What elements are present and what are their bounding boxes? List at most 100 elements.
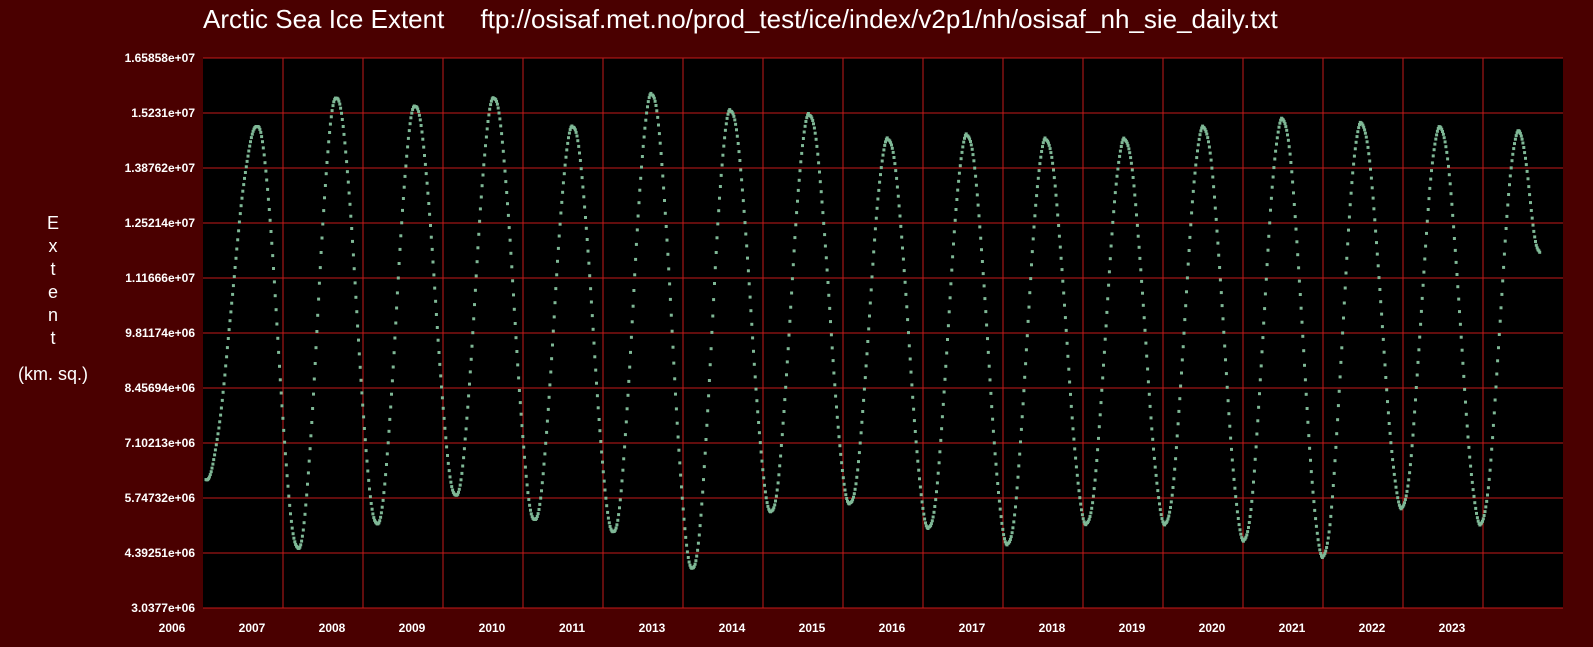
data-point	[1151, 437, 1155, 441]
data-point	[1026, 319, 1030, 323]
data-point	[226, 337, 230, 340]
data-point	[812, 122, 815, 126]
data-point	[1170, 493, 1174, 497]
data-point	[1158, 508, 1162, 512]
data-point	[733, 118, 737, 122]
data-point	[1135, 213, 1138, 217]
data-point	[215, 437, 219, 441]
data-point	[556, 259, 559, 263]
data-point	[587, 261, 591, 265]
data-point	[1103, 337, 1107, 341]
x-tick-label: 2016	[879, 621, 906, 635]
data-point	[1074, 465, 1078, 469]
data-point	[1137, 245, 1141, 249]
data-point	[696, 548, 700, 552]
data-point	[1080, 513, 1084, 517]
data-point	[353, 281, 357, 285]
x-tick-label: 2017	[959, 621, 986, 635]
data-point	[305, 493, 309, 497]
data-point	[496, 106, 500, 110]
data-point	[713, 266, 717, 270]
data-point	[562, 172, 566, 176]
data-point	[1457, 297, 1461, 301]
data-point	[228, 319, 232, 323]
data-point	[461, 464, 465, 468]
data-point	[1413, 410, 1417, 414]
data-point	[1386, 411, 1390, 415]
data-point	[1259, 364, 1263, 368]
data-point	[884, 140, 887, 144]
data-point	[844, 493, 848, 497]
data-point	[1419, 309, 1423, 313]
data-point	[585, 238, 589, 241]
data-point	[387, 429, 391, 433]
data-point	[465, 416, 469, 420]
data-point	[819, 190, 823, 194]
data-point	[1173, 467, 1177, 471]
data-point	[258, 127, 262, 131]
data-point	[500, 132, 504, 136]
data-point	[1324, 549, 1328, 553]
data-point	[840, 469, 844, 472]
data-point	[1529, 201, 1532, 205]
data-point	[707, 394, 711, 398]
data-point	[211, 462, 215, 466]
data-point	[1284, 125, 1288, 129]
data-point	[314, 346, 318, 350]
data-point	[1249, 508, 1253, 511]
data-point	[636, 214, 640, 218]
data-point	[917, 468, 921, 472]
data-point	[936, 471, 940, 475]
data-point	[1422, 270, 1426, 274]
data-point	[1346, 242, 1350, 246]
data-point	[239, 204, 243, 208]
data-point	[607, 521, 611, 525]
data-point	[1096, 448, 1100, 452]
data-point	[601, 460, 604, 464]
data-point	[1106, 297, 1110, 301]
data-point	[1035, 185, 1039, 189]
data-point	[1262, 321, 1266, 325]
data-point	[1027, 305, 1031, 309]
data-point	[396, 276, 400, 280]
data-point	[907, 331, 910, 335]
data-point	[325, 161, 329, 164]
data-point	[1410, 444, 1414, 448]
data-point	[1038, 162, 1042, 166]
data-point	[282, 428, 286, 432]
data-point	[680, 485, 683, 489]
data-point	[312, 377, 316, 381]
data-point	[1353, 147, 1357, 151]
data-point	[1312, 500, 1316, 504]
data-point	[1355, 135, 1359, 139]
data-point	[710, 330, 714, 334]
data-point	[1212, 185, 1216, 189]
data-point	[540, 489, 543, 493]
data-point	[484, 135, 488, 139]
data-point	[313, 362, 317, 365]
data-point	[591, 327, 595, 331]
data-point	[1519, 134, 1523, 138]
data-point	[875, 206, 879, 210]
data-point	[286, 484, 290, 488]
data-point	[250, 132, 254, 136]
data-point	[368, 487, 371, 491]
data-point	[1207, 145, 1211, 149]
data-point	[1193, 171, 1197, 175]
data-point	[287, 494, 291, 498]
data-point	[674, 407, 678, 411]
data-point	[1154, 473, 1158, 477]
data-point	[561, 190, 565, 194]
data-point	[212, 458, 216, 462]
data-point	[437, 351, 441, 354]
data-point	[1185, 276, 1189, 280]
data-point	[1291, 180, 1295, 184]
data-point	[893, 162, 897, 166]
data-point	[1463, 387, 1467, 391]
data-point	[345, 170, 349, 174]
data-point	[797, 178, 801, 182]
data-point	[1429, 177, 1433, 181]
data-point	[801, 144, 804, 148]
data-point	[814, 137, 818, 141]
data-point	[951, 255, 955, 259]
